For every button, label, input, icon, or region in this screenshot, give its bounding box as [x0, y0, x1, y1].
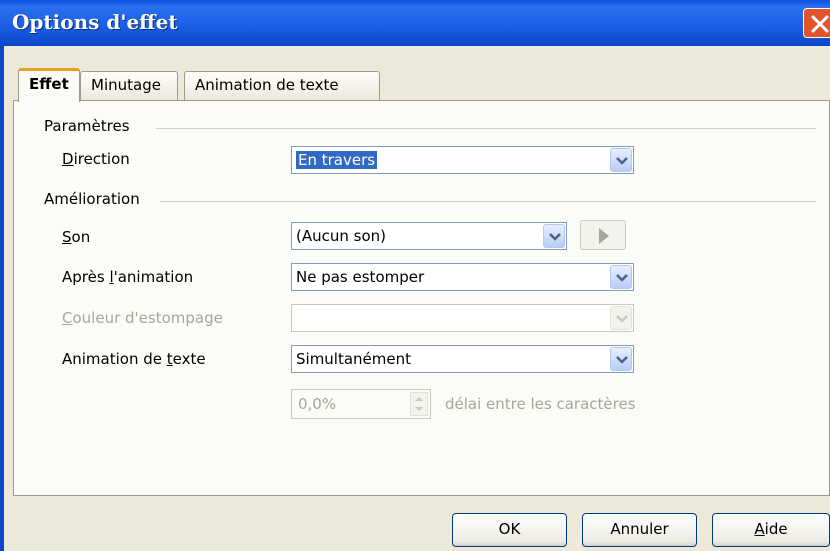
tab-effet[interactable]: Effet	[18, 68, 80, 102]
cancel-button[interactable]: Annuler	[582, 513, 697, 547]
help-button[interactable]: Aide	[712, 513, 830, 547]
spin-arrows-icon[interactable]	[410, 392, 428, 416]
title-bar: Options d'effet	[0, 0, 830, 46]
close-button[interactable]	[803, 8, 830, 38]
tab-label: Minutage	[91, 76, 161, 94]
window-title: Options d'effet	[12, 10, 178, 34]
tab-label: Effet	[29, 75, 69, 93]
direction-label: Direction	[62, 150, 130, 168]
son-label: Son	[62, 228, 91, 246]
apres-label: Après l'animation	[62, 268, 194, 286]
direction-select[interactable]: En travers	[291, 146, 634, 174]
apres-value: Ne pas estomper	[296, 268, 425, 286]
direction-value: En travers	[296, 151, 378, 169]
chevron-down-icon[interactable]	[610, 265, 632, 289]
tab-animation-texte[interactable]: Animation de texte	[184, 71, 380, 101]
delai-value: 0,0%	[298, 395, 337, 413]
chevron-down-icon[interactable]	[610, 148, 632, 172]
window-frame	[0, 46, 4, 551]
apres-animation-select[interactable]: Ne pas estomper	[291, 263, 634, 291]
son-value: (Aucun son)	[296, 227, 386, 245]
animation-texte-value: Simultanément	[296, 350, 412, 368]
play-icon	[599, 228, 609, 244]
ok-button[interactable]: OK	[452, 513, 567, 547]
couleur-select[interactable]	[291, 304, 634, 332]
couleur-label: Couleur d'estompage	[62, 309, 223, 327]
separator	[160, 201, 816, 202]
son-select[interactable]: (Aucun son)	[291, 222, 567, 250]
tab-minutage[interactable]: Minutage	[80, 71, 178, 101]
separator	[156, 128, 816, 129]
chevron-down-icon[interactable]	[610, 347, 632, 371]
section-parametres: Paramètres	[44, 117, 130, 135]
delai-spinbox[interactable]: 0,0%	[291, 389, 431, 419]
delai-suffix: délai entre les caractères	[445, 395, 636, 413]
animation-texte-label: Animation de texte	[62, 350, 206, 368]
tab-label: Animation de texte	[195, 76, 339, 94]
chevron-down-icon[interactable]	[610, 306, 632, 330]
play-sound-button[interactable]	[580, 220, 626, 250]
close-icon	[811, 15, 829, 33]
section-amelioration: Amélioration	[44, 190, 140, 208]
animation-texte-select[interactable]: Simultanément	[291, 345, 634, 373]
chevron-down-icon[interactable]	[543, 224, 565, 248]
